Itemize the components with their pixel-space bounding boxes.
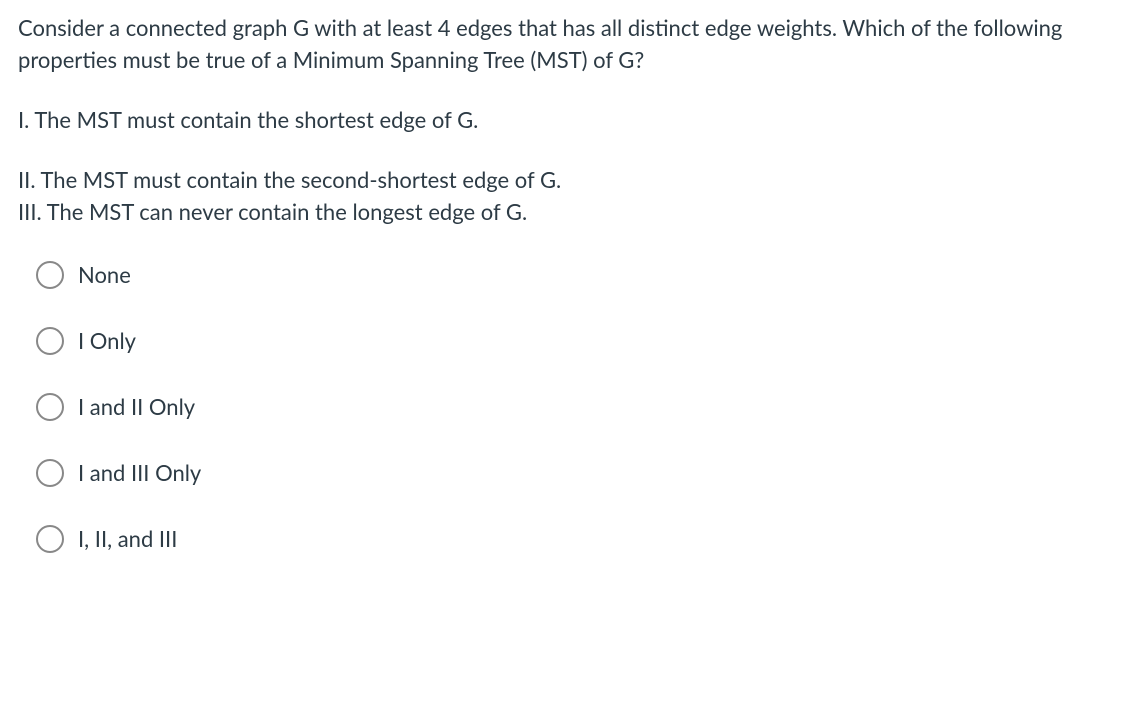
radio-icon (36, 525, 64, 553)
option-label: I, II, and III (78, 523, 177, 555)
option-i-and-ii-only[interactable]: I and II Only (36, 391, 1130, 423)
option-label: I and III Only (78, 457, 201, 489)
option-i-only[interactable]: I Only (36, 325, 1130, 357)
statement-i: I. The MST must contain the shortest edg… (18, 104, 1130, 136)
question-stem: Consider a connected graph G with at lea… (18, 12, 1130, 76)
option-none[interactable]: None (36, 259, 1130, 291)
radio-icon (36, 459, 64, 487)
option-i-ii-and-iii[interactable]: I, II, and III (36, 523, 1130, 555)
statement-ii: II. The MST must contain the second-shor… (18, 164, 1130, 196)
options-list: None I Only I and II Only I and III Only… (18, 259, 1130, 554)
statements-block: I. The MST must contain the shortest edg… (18, 104, 1130, 228)
statement-iii: III. The MST can never contain the longe… (18, 196, 1130, 228)
question-stem-text: Consider a connected graph G with at lea… (18, 12, 1130, 76)
radio-icon (36, 393, 64, 421)
option-label: I Only (78, 325, 136, 357)
radio-icon (36, 261, 64, 289)
option-label: I and II Only (78, 391, 195, 423)
option-label: None (78, 259, 131, 291)
radio-icon (36, 327, 64, 355)
statement-group: II. The MST must contain the second-shor… (18, 164, 1130, 228)
option-i-and-iii-only[interactable]: I and III Only (36, 457, 1130, 489)
